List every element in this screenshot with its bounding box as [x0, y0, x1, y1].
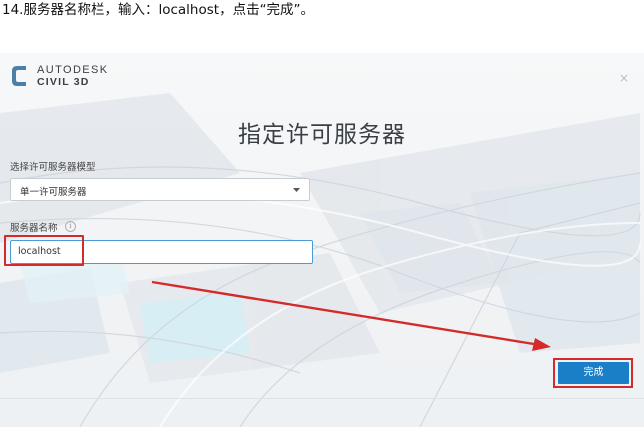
license-server-dialog: AUTODESK CIVIL 3D × 指定许可服务器 选择许可服务器模型 单一… — [0, 53, 644, 427]
instruction-caption: 14.服务器名称栏，输入：localhost，点击“完成”。 — [2, 2, 315, 18]
annotation-arrow — [151, 280, 551, 351]
finish-button[interactable]: 完成 — [558, 362, 629, 384]
footer-divider — [0, 398, 644, 399]
